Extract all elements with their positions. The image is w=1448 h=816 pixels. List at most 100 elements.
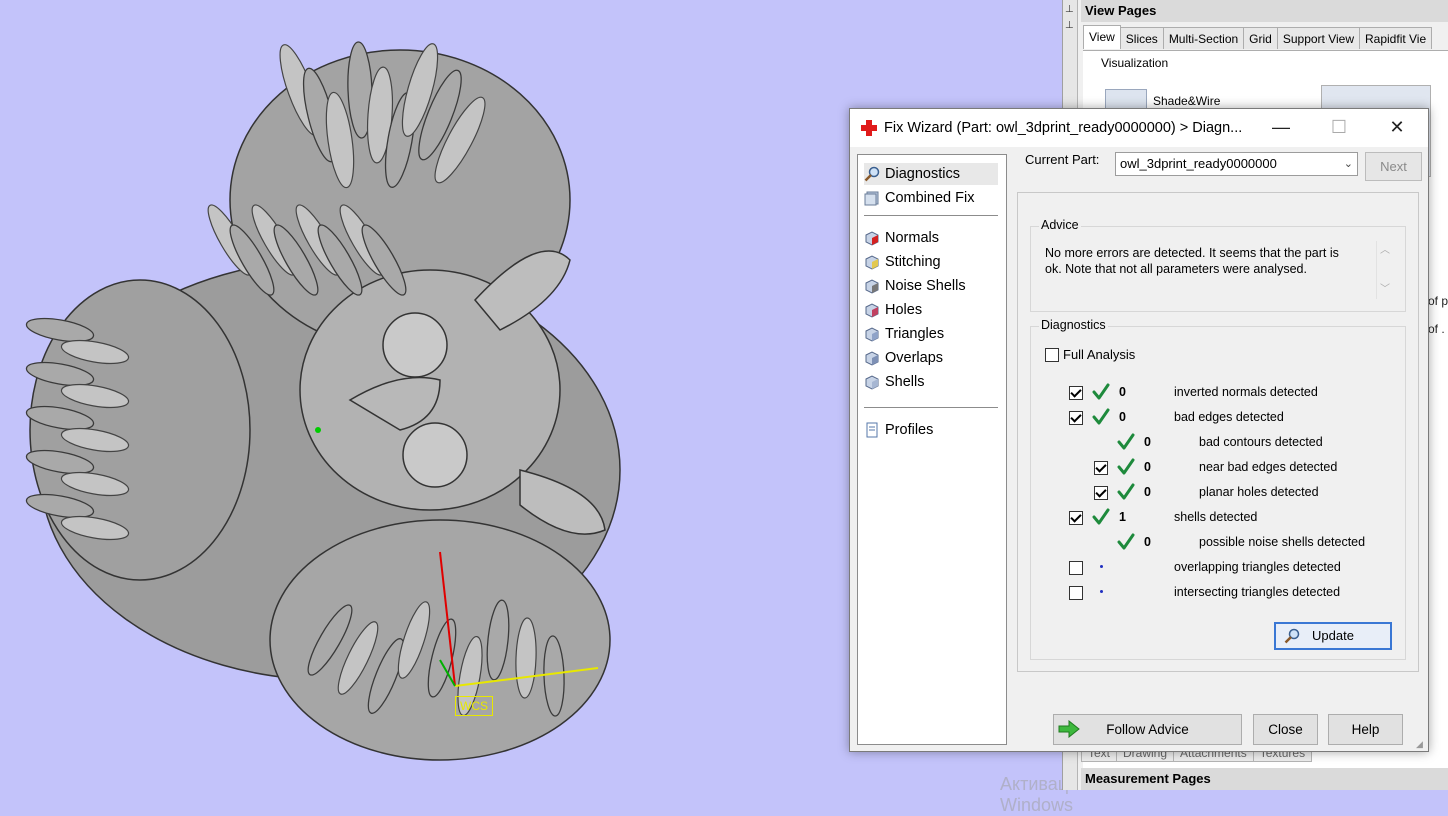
diagnostic-label: possible noise shells detected xyxy=(1199,535,1366,549)
nav-item-diagnostics[interactable]: Diagnostics xyxy=(864,163,998,185)
tab-support-view[interactable]: Support View xyxy=(1276,27,1360,49)
magnifier-icon xyxy=(864,166,880,182)
diagnostic-checkbox[interactable] xyxy=(1069,411,1083,425)
diagnostic-label: near bad edges detected xyxy=(1199,460,1338,474)
diagnostic-row: 0 planar holes detected xyxy=(1031,483,1401,503)
nav-item-label: Profiles xyxy=(885,422,934,438)
pin-icon[interactable]: ⊥ xyxy=(1065,4,1075,16)
nav-item-overlaps[interactable]: Overlaps xyxy=(864,347,943,369)
diagnostic-count: 0 xyxy=(1119,385,1126,399)
update-label: Update xyxy=(1312,628,1354,643)
follow-advice-button[interactable]: Follow Advice xyxy=(1053,714,1242,745)
tab-view[interactable]: View xyxy=(1083,25,1121,49)
maximize-button[interactable]: ☐ xyxy=(1316,109,1362,147)
diagnostic-label: inverted normals detected xyxy=(1174,385,1318,399)
diagnostic-row: 1 shells detected xyxy=(1031,508,1401,528)
diagnostic-label: shells detected xyxy=(1174,510,1258,524)
pending-dot-icon xyxy=(1100,590,1103,593)
diagnostic-count: 0 xyxy=(1144,485,1151,499)
current-part-select[interactable]: owl_3dprint_ready0000000 ⌄ xyxy=(1115,152,1358,176)
view-pages-tabs: View Slices Multi-Section Grid Support View R… xyxy=(1083,25,1433,50)
check-mark-icon xyxy=(1117,433,1135,450)
scroll-down-icon[interactable]: ﹀ xyxy=(1377,280,1393,295)
diagnostic-checkbox[interactable] xyxy=(1094,486,1108,500)
nav-item-holes[interactable]: Holes xyxy=(864,299,922,321)
update-button[interactable]: Update xyxy=(1274,622,1392,650)
nav-item-noise-shells[interactable]: Noise Shells xyxy=(864,275,966,297)
nav-separator xyxy=(864,215,998,216)
diagnostic-checkbox[interactable] xyxy=(1069,386,1083,400)
diagnostic-checkbox[interactable] xyxy=(1069,561,1083,575)
dialog-title: Fix Wizard (Part: owl_3dprint_ready00000… xyxy=(884,120,1243,136)
panel-fragment: of . xyxy=(1428,322,1445,336)
check-mark-icon xyxy=(1092,508,1110,525)
minimize-button[interactable]: — xyxy=(1258,109,1304,147)
pin-icon[interactable]: ⊥ xyxy=(1065,20,1075,32)
nav-item-label: Combined Fix xyxy=(885,190,975,206)
nav-item-normals[interactable]: Normals xyxy=(864,227,939,249)
chevron-down-icon[interactable]: ⌄ xyxy=(1344,153,1353,175)
check-mark-icon xyxy=(1092,383,1110,400)
current-part-label: Current Part: xyxy=(1025,152,1100,167)
measurement-pages-header[interactable]: Measurement Pages xyxy=(1081,768,1448,790)
scroll-up-icon[interactable]: ︿ xyxy=(1377,241,1393,256)
diagnostic-row: overlapping triangles detected xyxy=(1031,558,1401,578)
advice-group: Advice No more errors are detected. It s… xyxy=(1030,218,1406,312)
full-analysis-checkbox[interactable] xyxy=(1045,347,1059,362)
diagnostic-count: 1 xyxy=(1119,510,1126,524)
diagnostic-checkbox[interactable] xyxy=(1069,511,1083,525)
nav-separator xyxy=(864,407,998,408)
next-button[interactable]: Next xyxy=(1365,152,1422,181)
holes-icon xyxy=(865,303,879,318)
triangles-icon xyxy=(865,327,879,342)
visualization-label: Visualization xyxy=(1101,56,1169,70)
diagnostic-row: 0 near bad edges detected xyxy=(1031,458,1401,478)
full-analysis-label: Full Analysis xyxy=(1063,347,1136,362)
close-button[interactable]: Close xyxy=(1253,714,1318,745)
nav-item-label: Normals xyxy=(885,230,939,246)
normals-icon xyxy=(865,231,879,246)
diagnostics-group: Diagnostics Full Analysis 0 inverted norm… xyxy=(1030,318,1406,660)
stitching-icon xyxy=(865,255,879,270)
help-button[interactable]: Help xyxy=(1328,714,1403,745)
diagnostics-title: Diagnostics xyxy=(1039,318,1108,332)
diagnostic-row: 0 bad contours detected xyxy=(1031,433,1401,453)
follow-advice-label: Follow Advice xyxy=(1106,722,1189,737)
check-mark-icon xyxy=(1117,483,1135,500)
diagnostic-row: 0 bad edges detected xyxy=(1031,408,1401,428)
tab-multi-section[interactable]: Multi-Section xyxy=(1162,27,1245,49)
full-analysis-option[interactable]: Full Analysis xyxy=(1045,347,1135,362)
diagnostic-label: planar holes detected xyxy=(1199,485,1319,499)
diagnostics-content: Advice No more errors are detected. It s… xyxy=(1017,192,1419,672)
tab-rapidfit-vie[interactable]: Rapidfit Vie xyxy=(1359,27,1433,49)
nav-item-label: Triangles xyxy=(885,326,945,342)
advice-scrollbar[interactable]: ︿ ﹀ xyxy=(1376,241,1393,299)
fix-wizard-cross-icon xyxy=(861,120,877,136)
tab-slices[interactable]: Slices xyxy=(1119,27,1164,49)
diagnostic-row: 0 possible noise shells detected xyxy=(1031,533,1401,553)
diagnostic-checkbox[interactable] xyxy=(1094,461,1108,475)
diagnostic-count: 0 xyxy=(1119,410,1126,424)
advice-title: Advice xyxy=(1039,218,1081,232)
fix-wizard-dialog: Fix Wizard (Part: owl_3dprint_ready00000… xyxy=(849,108,1429,752)
diagnostic-row: intersecting triangles detected xyxy=(1031,583,1401,603)
diagnostic-checkbox[interactable] xyxy=(1069,586,1083,600)
diagnostic-label: intersecting triangles detected xyxy=(1174,585,1341,599)
tab-grid[interactable]: Grid xyxy=(1243,27,1278,49)
nav-item-profiles[interactable]: Profiles xyxy=(864,419,933,441)
view-pages-header[interactable]: View Pages xyxy=(1081,0,1448,22)
close-window-button[interactable]: ✕ xyxy=(1374,109,1420,147)
dialog-titlebar[interactable]: Fix Wizard (Part: owl_3dprint_ready00000… xyxy=(850,109,1428,147)
resize-grip-icon[interactable]: ◢ xyxy=(1416,739,1426,749)
nav-item-triangles[interactable]: Triangles xyxy=(864,323,944,345)
noise-shells-icon xyxy=(865,279,879,294)
nav-item-combined-fix[interactable]: Combined Fix xyxy=(864,187,974,209)
wcs-label: WCS xyxy=(455,696,493,716)
fix-wizard-nav: Diagnostics Combined Fix Normals Stitching N… xyxy=(857,154,1007,745)
profiles-icon xyxy=(866,422,878,438)
diagnostic-label: bad edges detected xyxy=(1174,410,1284,424)
nav-item-shells[interactable]: Shells xyxy=(864,371,925,393)
overlaps-icon xyxy=(865,351,879,366)
shells-icon xyxy=(865,375,879,390)
nav-item-stitching[interactable]: Stitching xyxy=(864,251,941,273)
